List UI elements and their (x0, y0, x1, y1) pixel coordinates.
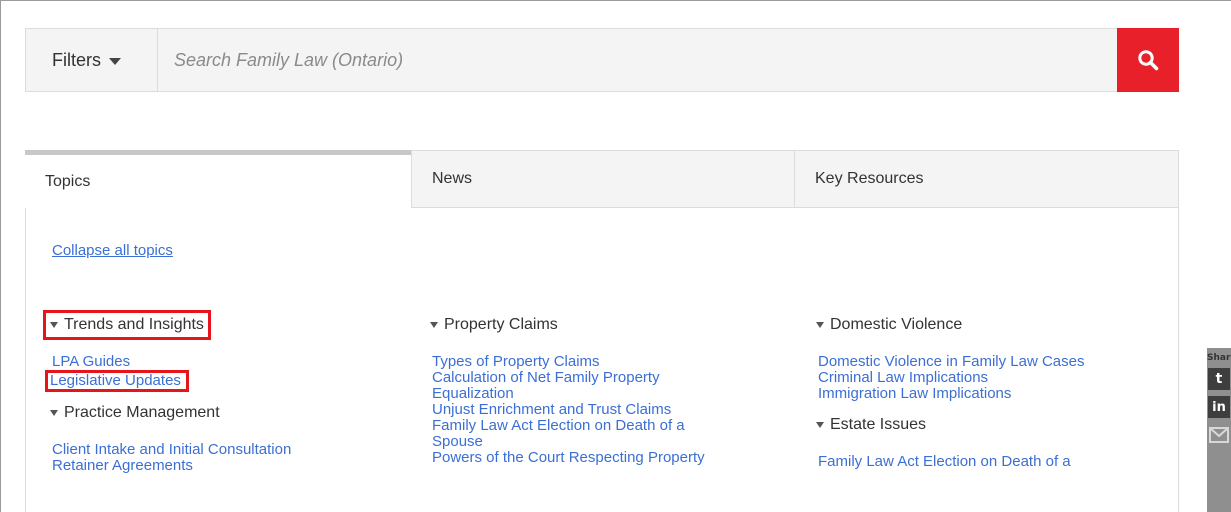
section-heading-label: Estate Issues (830, 416, 927, 433)
section-links: LPA Guides Legislative Updates (45, 354, 406, 392)
topic-link[interactable]: Calculation of Net Family Property (432, 370, 790, 386)
topic-link[interactable]: Types of Property Claims (432, 354, 790, 370)
twitter-share-button[interactable]: t (1208, 368, 1230, 390)
topic-link-legislative-updates[interactable]: Legislative Updates (45, 370, 189, 392)
section-heading-property-claims[interactable]: Property Claims (430, 313, 562, 337)
section-links: Types of Property Claims Calculation of … (432, 354, 790, 466)
search-icon (1138, 50, 1159, 71)
linkedin-share-button[interactable]: in (1208, 396, 1230, 418)
search-button[interactable] (1117, 28, 1179, 92)
tab-news[interactable]: News (411, 150, 795, 208)
linkedin-icon: in (1212, 399, 1226, 415)
topic-link[interactable]: Domestic Violence in Family Law Cases (818, 354, 1176, 370)
section-heading-label: Practice Management (64, 404, 220, 421)
panel-border (1178, 208, 1179, 512)
triangle-down-icon (816, 322, 824, 328)
topic-link-lpa-guides[interactable]: LPA Guides (52, 354, 406, 370)
collapse-all-topics-link[interactable]: Collapse all topics (52, 242, 173, 259)
topics-column-1: Trends and Insights LPA Guides Legislati… (43, 310, 406, 485)
topic-link[interactable]: Unjust Enrichment and Trust Claims (432, 402, 790, 418)
tab-label: Key Resources (815, 170, 924, 187)
window-border-top (0, 0, 1231, 1)
panel-border (25, 208, 26, 512)
topic-link[interactable]: Family Law Act Election on Death of a (432, 418, 790, 434)
tab-bar: Topics News Key Resources (25, 150, 1179, 208)
twitter-icon: t (1215, 371, 1223, 387)
search-bar: Filters (25, 28, 1179, 92)
filters-dropdown[interactable]: Filters (26, 29, 156, 91)
topic-link[interactable]: Equalization (432, 386, 790, 402)
topics-column-2: Property Claims Types of Property Claims… (430, 313, 790, 477)
triangle-down-icon (430, 322, 438, 328)
caret-down-icon (109, 57, 121, 65)
tab-topics[interactable]: Topics (25, 150, 411, 208)
section-heading-label: Domestic Violence (830, 316, 963, 333)
triangle-down-icon (816, 422, 824, 428)
share-sidebar: Share t in (1207, 348, 1231, 512)
topic-link[interactable]: Criminal Law Implications (818, 370, 1176, 386)
tab-label: Topics (45, 172, 91, 190)
section-heading-trends-and-insights[interactable]: Trends and Insights (43, 310, 211, 340)
topic-link[interactable]: Spouse (432, 434, 790, 450)
section-heading-practice-management[interactable]: Practice Management (46, 401, 224, 425)
window-border-left (0, 0, 1, 512)
section-links: Client Intake and Initial Consultation R… (52, 442, 406, 474)
section-links: Family Law Act Election on Death of a (818, 454, 1176, 470)
topic-link[interactable]: Powers of the Court Respecting Property (432, 450, 790, 466)
topic-link[interactable]: Client Intake and Initial Consultation (52, 442, 406, 458)
section-heading-label: Trends and Insights (64, 316, 204, 333)
email-icon (1209, 427, 1229, 443)
topic-link[interactable]: Family Law Act Election on Death of a (818, 454, 1176, 470)
section-heading-label: Property Claims (444, 316, 558, 333)
topics-column-3: Domestic Violence Domestic Violence in F… (816, 313, 1176, 481)
topic-link[interactable]: Immigration Law Implications (818, 386, 1176, 402)
filters-label: Filters (52, 49, 101, 70)
topic-link[interactable]: Retainer Agreements (52, 458, 406, 474)
email-share-button[interactable] (1208, 424, 1230, 446)
triangle-down-icon (50, 410, 58, 416)
triangle-down-icon (50, 322, 58, 328)
tab-label: News (432, 170, 473, 187)
share-label: Share (1207, 353, 1231, 363)
tab-key-resources[interactable]: Key Resources (795, 150, 1179, 208)
search-input[interactable] (157, 29, 1117, 91)
section-heading-domestic-violence[interactable]: Domestic Violence (816, 313, 966, 337)
section-links: Domestic Violence in Family Law Cases Cr… (818, 354, 1176, 402)
section-heading-estate-issues[interactable]: Estate Issues (816, 413, 930, 437)
